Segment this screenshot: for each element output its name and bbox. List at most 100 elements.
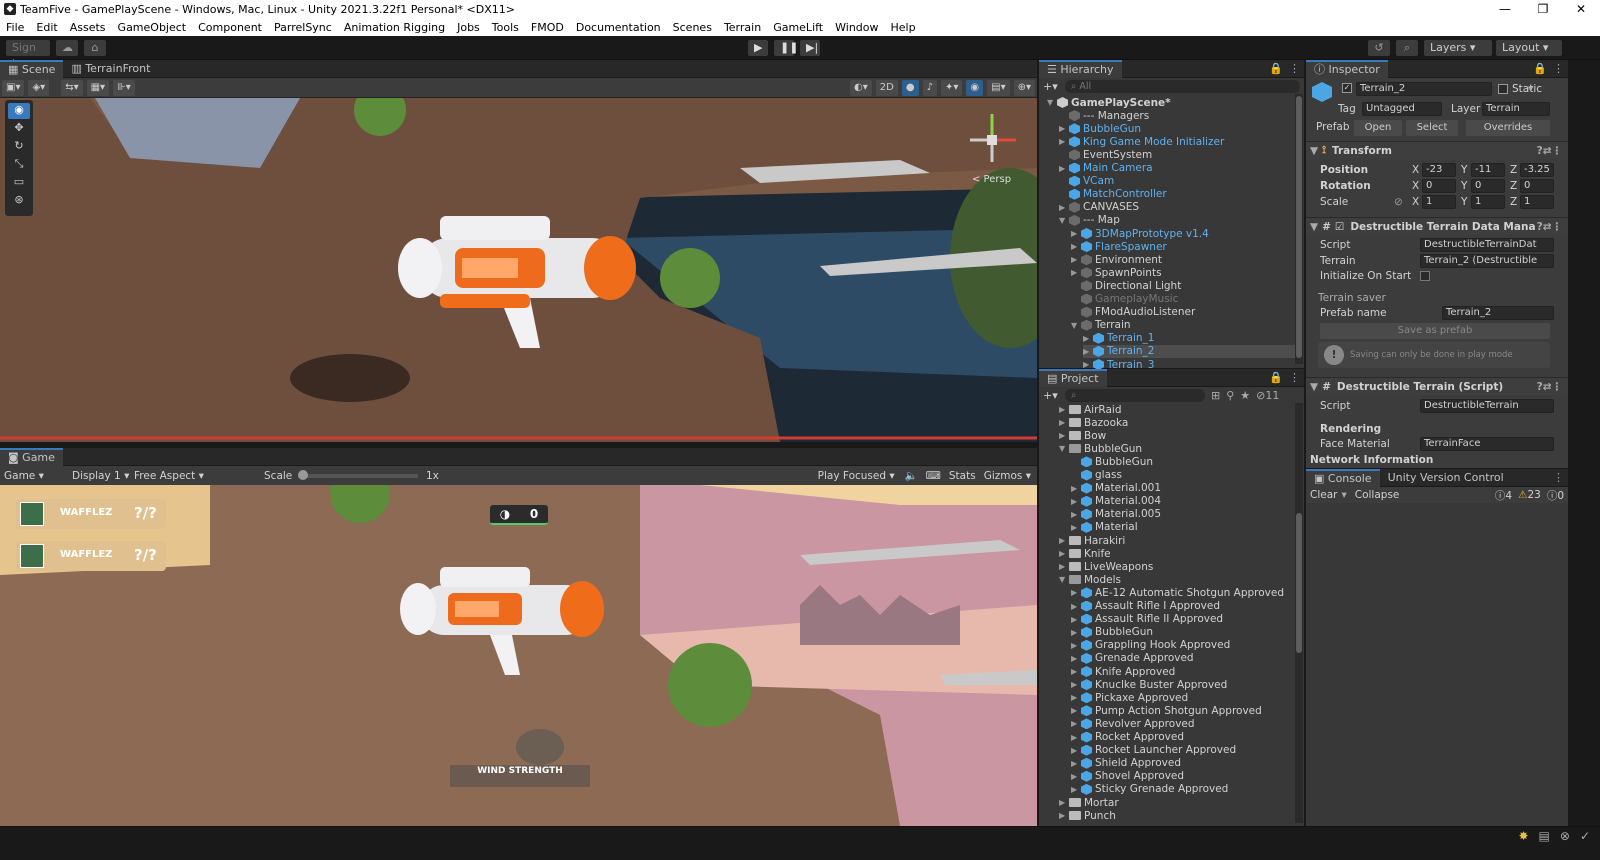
gizmos-icon[interactable]: ⊕▾ [1013, 79, 1035, 96]
lock-icon[interactable]: 🔒 [1269, 371, 1283, 384]
project-item[interactable]: ▶ Pickaxe Approved [1071, 691, 1188, 704]
collab-icon[interactable]: ⌂ [84, 40, 106, 56]
menu-window[interactable]: Window [829, 21, 884, 34]
expand-arrow-icon[interactable]: ▶ [1059, 164, 1069, 173]
add-icon[interactable]: +▾ [1043, 80, 1065, 93]
star-icon[interactable]: ★ [1240, 389, 1250, 402]
expand-arrow-icon[interactable]: ▶ [1083, 334, 1093, 343]
lock-icon[interactable]: 🔒 [1269, 62, 1283, 75]
hierarchy-item[interactable]: ▶ Environment [1071, 253, 1162, 266]
prefab-overrides-dropdown[interactable]: Overrides [1466, 120, 1550, 136]
sign-in-button[interactable]: Sign in [6, 40, 50, 70]
rotate-tool-icon[interactable]: ↻ [8, 139, 30, 155]
expand-arrow-icon[interactable]: ▼ [1071, 321, 1081, 330]
expand-arrow-icon[interactable]: ▶ [1071, 510, 1081, 519]
lock-icon[interactable]: 🔒 [1533, 62, 1547, 75]
prefab-name-field[interactable]: Terrain_2 [1442, 306, 1554, 320]
network-icon[interactable]: ⊗ [1560, 829, 1570, 843]
maximize-icon[interactable]: ❐ [1524, 2, 1562, 16]
warning-toggle[interactable]: ⚠23 [1518, 489, 1541, 501]
project-item[interactable]: ▶ Material.001 [1071, 482, 1161, 495]
add-icon[interactable]: +▾ [1043, 389, 1065, 402]
project-item[interactable]: ▶ Mortar [1059, 796, 1119, 809]
tab-hierarchy[interactable]: ☰ Hierarchy [1039, 59, 1122, 78]
expand-arrow-icon[interactable]: ▶ [1071, 785, 1081, 794]
expand-arrow-icon[interactable]: ▶ [1059, 549, 1069, 558]
expand-arrow-icon[interactable]: ▶ [1071, 641, 1081, 650]
menu-gamelift[interactable]: GameLift [767, 21, 829, 34]
scale-x-field[interactable]: 1 [1422, 195, 1456, 209]
expand-arrow-icon[interactable]: ▶ [1071, 654, 1081, 663]
hierarchy-item[interactable]: ▶ Main Camera [1059, 162, 1153, 175]
project-scrollbar[interactable] [1295, 403, 1303, 823]
project-item[interactable]: glass [1071, 469, 1122, 482]
play-focused-dropdown[interactable]: Play Focused ▾ [818, 470, 895, 482]
expand-arrow-icon[interactable]: ▶ [1059, 418, 1069, 427]
project-item[interactable]: ▶ Grenade Approved [1071, 652, 1194, 665]
hierarchy-item[interactable]: ▶ Terrain_2 [1083, 344, 1297, 358]
face-material-field[interactable]: TerrainFace [1420, 437, 1554, 451]
step-icon[interactable]: ▶| [800, 40, 820, 56]
history-icon[interactable]: ↺ [1368, 40, 1390, 56]
menu-animation-rigging[interactable]: Animation Rigging [338, 21, 451, 34]
hierarchy-scrollbar[interactable] [1295, 94, 1303, 364]
project-item[interactable]: ▶ Knife Approved [1071, 665, 1175, 678]
audio-icon[interactable]: ♪ [922, 79, 937, 96]
hierarchy-item[interactable]: --- Managers [1059, 109, 1149, 122]
expand-arrow-icon[interactable]: ▶ [1071, 484, 1081, 493]
expand-arrow-icon[interactable]: ▶ [1059, 137, 1069, 146]
clear-button[interactable]: Clear [1310, 489, 1337, 501]
position-x-field[interactable]: -23 [1422, 163, 1456, 177]
transform-header[interactable]: ▼ ⟟ Transform ?⇄⋮ [1306, 141, 1568, 159]
expand-arrow-icon[interactable]: ▶ [1059, 405, 1069, 414]
menu-file[interactable]: File [0, 21, 30, 34]
kebab-icon[interactable]: ⋮ [1289, 371, 1300, 384]
expand-arrow-icon[interactable]: ▶ [1059, 536, 1069, 545]
project-item[interactable]: ▶ BubbleGun [1071, 626, 1153, 639]
prefab-open-button[interactable]: Open [1354, 120, 1402, 136]
project-scroll-thumb[interactable] [1296, 513, 1302, 653]
layer-dropdown[interactable]: Terrain [1482, 102, 1550, 116]
game-viewport[interactable]: WAFFLEZ ?/? WAFFLEZ ?/? ◑ 0 WIND STRENGTH [0, 485, 1037, 826]
layout-dropdown[interactable]: Layout ▾ [1496, 40, 1562, 56]
render-mode-icon[interactable]: ◈▾ [28, 79, 50, 96]
expand-arrow-icon[interactable]: ▼ [1059, 444, 1069, 453]
hierarchy-item[interactable]: ▶ King Game Mode Initializer [1059, 135, 1224, 148]
expand-arrow-icon[interactable]: ▼ [1059, 216, 1069, 225]
shading-icon[interactable]: ◐▾ [850, 79, 872, 96]
rotation-x-field[interactable]: 0 [1422, 179, 1456, 193]
expand-arrow-icon[interactable]: ▶ [1071, 746, 1081, 755]
hierarchy-item[interactable]: ▶ BubbleGun [1059, 122, 1141, 135]
project-item[interactable]: ▶ Sticky Grenade Approved [1071, 783, 1228, 796]
terrain-ref-field[interactable]: Terrain_2 (Destructible [1420, 254, 1554, 268]
rotation-y-field[interactable]: 0 [1471, 179, 1505, 193]
expand-arrow-icon[interactable]: ▶ [1071, 242, 1081, 251]
move-snap-icon[interactable]: ⇆▾ [61, 79, 83, 96]
hierarchy-item[interactable]: ▶ CANVASES [1059, 201, 1139, 214]
project-item[interactable]: BubbleGun [1071, 455, 1153, 468]
info-toggle[interactable]: ⓘ4 [1495, 488, 1512, 503]
expand-arrow-icon[interactable]: ▼ [1047, 98, 1057, 107]
error-toggle[interactable]: ⓘ0 [1547, 488, 1564, 503]
hierarchy-item[interactable]: FModAudioListener [1071, 306, 1195, 319]
project-item[interactable]: ▶ Shield Approved [1071, 757, 1181, 770]
hierarchy-item[interactable]: ▼ --- Map [1059, 214, 1120, 227]
expand-arrow-icon[interactable]: ▶ [1071, 628, 1081, 637]
transform-tool-icon[interactable]: ⊛ [8, 193, 30, 209]
mute-audio-icon[interactable]: 🔈 [905, 469, 918, 482]
destructible-terrain-header[interactable]: ▼ # Destructible Terrain (Script) ?⇄⋮ [1306, 377, 1568, 395]
hierarchy-item[interactable]: Directional Light [1071, 279, 1181, 292]
perspective-label[interactable]: < Persp [972, 174, 1011, 185]
prefab-select-button[interactable]: Select [1406, 120, 1458, 136]
gizmos-dropdown[interactable]: Gizmos ▾ [984, 470, 1031, 482]
visibility-icon[interactable]: ◉ [966, 79, 984, 96]
rotation-z-field[interactable]: 0 [1520, 179, 1554, 193]
expand-arrow-icon[interactable]: ▶ [1071, 667, 1081, 676]
kebab-icon[interactable]: ⋮ [1289, 62, 1300, 75]
expand-arrow-icon[interactable]: ▶ [1071, 497, 1081, 506]
expand-arrow-icon[interactable]: ▶ [1071, 588, 1081, 597]
kebab-icon[interactable]: ⋮ [1553, 471, 1564, 484]
scale-y-field[interactable]: 1 [1471, 195, 1505, 209]
play-icon[interactable]: ▶ [748, 40, 768, 56]
view-tool-icon[interactable]: ◉ [8, 103, 30, 119]
